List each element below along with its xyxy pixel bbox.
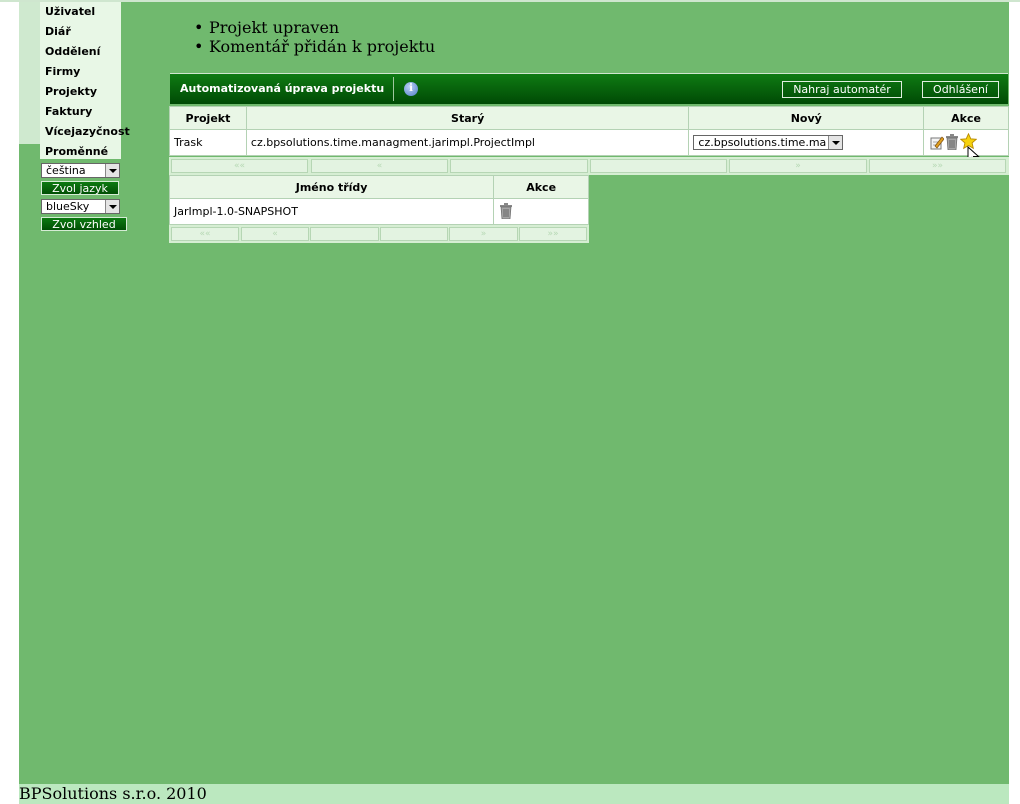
column-header[interactable]: Projekt	[169, 106, 247, 130]
sidebar-item-projekty[interactable]: Projekty	[45, 85, 97, 99]
footer-copyright: BPSolutions s.r.o. 2010	[19, 784, 207, 803]
projects-table: Projekt Starý Nový Akce Trask cz.bpsolut…	[169, 106, 1009, 165]
chevron-down-icon	[105, 200, 119, 213]
sidebar-item-oddeleni[interactable]: Oddělení	[45, 45, 100, 59]
sidebar-item-diar[interactable]: Diář	[45, 25, 71, 39]
table-row: Trask cz.bpsolutions.time.managment.jari…	[169, 129, 1009, 165]
trash-icon[interactable]	[500, 203, 513, 219]
column-header[interactable]: Starý	[245, 106, 690, 130]
pager-next-button[interactable]: »	[729, 159, 867, 173]
sidebar-item-faktury[interactable]: Faktury	[45, 105, 92, 119]
chevron-down-icon	[105, 164, 119, 177]
divider	[393, 77, 394, 101]
pager-prev-button[interactable]: «	[311, 159, 448, 173]
sidebar-item-vicejazycnost[interactable]: Vícejazyčnost	[45, 125, 130, 139]
pager-last-button[interactable]: »»	[519, 227, 587, 241]
column-header: Akce	[493, 175, 589, 199]
trash-icon[interactable]	[946, 134, 959, 150]
choose-language-button[interactable]: Zvol jazyk	[41, 181, 119, 195]
message-item: Komentář přidán k projektu	[193, 37, 435, 56]
project-cell: Trask	[169, 129, 247, 156]
panel-title: Automatizovaná úprava projektu	[180, 82, 385, 95]
skin-select[interactable]: blueSky	[41, 199, 120, 214]
classes-pager: «« « » »»	[169, 225, 589, 243]
pager-page-button[interactable]	[590, 159, 727, 173]
language-select[interactable]: čeština	[41, 163, 120, 178]
edit-icon[interactable]	[930, 135, 945, 150]
column-header[interactable]: Jméno třídy	[168, 175, 495, 199]
new-class-select[interactable]: cz.bpsolutions.time.managment.jarimpl.Pr…	[693, 134, 844, 150]
footer: BPSolutions s.r.o. 2010	[19, 784, 1009, 804]
skin-select-value: blueSky	[46, 200, 90, 213]
pager-first-button[interactable]: ««	[171, 227, 239, 241]
new-class-cell: cz.bpsolutions.time.managment.jarimpl.Pr…	[688, 129, 925, 156]
left-strip	[19, 2, 40, 144]
actions-cell	[923, 129, 1009, 165]
new-class-select-value: cz.bpsolutions.time.managment.jarimpl.Pr…	[698, 135, 827, 149]
actions-cell	[493, 198, 589, 225]
pager-first-button[interactable]: ««	[171, 159, 308, 173]
column-header[interactable]: Nový	[688, 106, 925, 130]
projects-pager: «« « » »»	[169, 157, 1009, 175]
sidebar-item-uzivatel[interactable]: Uživatel	[45, 5, 95, 19]
sidebar-item-firmy[interactable]: Firmy	[45, 65, 80, 79]
table-header-row: Projekt Starý Nový Akce	[169, 106, 1009, 130]
pager-page-button[interactable]	[450, 159, 588, 173]
old-class-cell: cz.bpsolutions.time.managment.jarimpl.Pr…	[245, 129, 690, 156]
sidebar-item-promenne[interactable]: Proměnné	[45, 145, 108, 159]
table-header-row: Jméno třídy Akce	[168, 175, 589, 199]
info-icon[interactable]: i	[404, 82, 418, 96]
table-row: JarImpl-1.0-SNAPSHOT	[168, 198, 589, 225]
pager-page-button[interactable]	[380, 227, 448, 241]
classes-table: Jméno třídy Akce JarImpl-1.0-SNAPSHOT	[168, 175, 589, 225]
pager-last-button[interactable]: »»	[869, 159, 1006, 173]
class-name-cell: JarImpl-1.0-SNAPSHOT	[168, 198, 495, 225]
status-messages: Projekt upraven Komentář přidán k projek…	[193, 18, 435, 56]
pager-next-button[interactable]: »	[449, 227, 518, 241]
logout-button[interactable]: Odhlášení	[922, 81, 999, 98]
message-item: Projekt upraven	[193, 18, 435, 37]
language-select-value: čeština	[46, 164, 86, 177]
column-header: Akce	[923, 106, 1009, 130]
panel-header: Automatizovaná úprava projektu i Nahraj …	[170, 73, 1008, 104]
upload-automater-button[interactable]: Nahraj automatér	[782, 81, 902, 98]
pager-prev-button[interactable]: «	[241, 227, 309, 241]
choose-skin-button[interactable]: Zvol vzhled	[41, 217, 127, 231]
pager-page-button[interactable]	[310, 227, 379, 241]
chevron-down-icon	[828, 135, 843, 149]
